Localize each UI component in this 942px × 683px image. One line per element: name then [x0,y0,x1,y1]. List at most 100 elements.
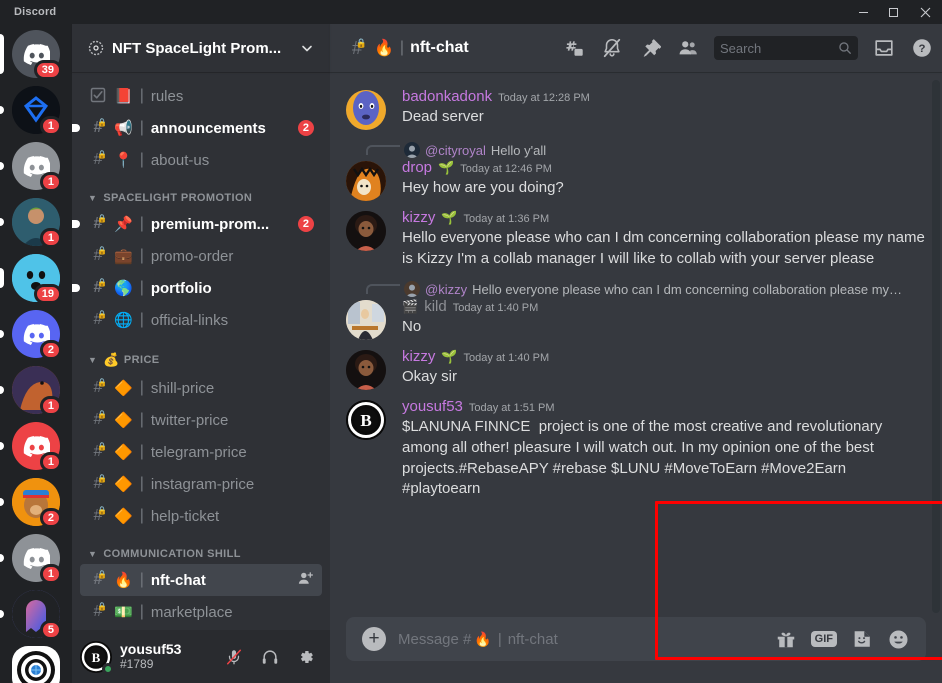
server-rail[interactable]: 39 1 1 1 19 2 1 1 2 1 5 NEW [0,24,72,683]
sidebar-channel-premium-prom[interactable]: # 🔒 📌 | premium-prom... 2 [72,208,322,240]
server-icon-blue-diamond-server[interactable]: 1 [0,86,62,136]
channel-emoji: 🔶 [114,443,133,461]
composer-channel-emoji: 🔥 [474,630,492,647]
sidebar-channel-telegram-price[interactable]: # 🔒 🔶 | telegram-price [80,436,322,468]
maximize-button[interactable] [878,0,908,24]
sidebar-channel-announcements[interactable]: # 🔒 📢 | announcements 2 [72,112,322,144]
channel-emoji: 📢 [114,119,133,137]
hash-locked-icon: # 🔒 [93,378,107,396]
chevron-down-icon[interactable] [300,41,314,55]
message-composer[interactable]: + Message # 🔥 | nft-chat GIF [346,617,926,661]
search-input[interactable]: Search [720,41,834,56]
server-badge-count: 2 [39,340,62,360]
avatar[interactable]: B [80,640,114,675]
reply-reference[interactable]: @cityroyal Hello y'all [366,142,942,158]
sidebar-channel-shill-price[interactable]: # 🔒 🔶 | shill-price [80,372,322,404]
server-icon-ghost-server[interactable]: 5 [0,590,62,640]
add-attachment-icon[interactable]: + [362,627,386,651]
message-author[interactable]: kizzy [402,209,435,227]
server-icon-discord-server-2[interactable]: 1 [0,142,62,192]
message-avatar[interactable] [346,161,386,201]
message-m1[interactable]: badonkadonk Today at 12:28 PM Dead server [330,82,942,132]
message-m3[interactable]: kizzy 🌱 Today at 1:36 PM Hello everyone ple… [330,203,942,271]
message-m4[interactable]: 🎬 kild Today at 1:40 PM No [330,298,942,342]
create-invite-icon[interactable] [297,570,314,590]
server-icon-blue-face-server[interactable]: 19 [0,254,62,304]
server-icon-explore-servers[interactable]: NEW [12,646,60,683]
sidebar-channel-promo-order[interactable]: # 🔒 💼 | promo-order [80,240,322,272]
sticker-icon[interactable] [851,627,873,651]
message-author[interactable]: badonkadonk [402,88,492,106]
channel-label: premium-prom... [150,215,270,233]
reply-author: @kizzy [425,281,468,297]
message-header: kizzy 🌱 Today at 1:36 PM [402,209,926,227]
gif-button[interactable]: GIF [810,630,837,648]
sidebar-channel-nft-chat[interactable]: # 🔒 🔥 | nft-chat [80,564,322,596]
user-meta[interactable]: yousuf53 #1789 [120,641,210,671]
hash-locked-icon: # 🔒 [93,506,107,524]
help-icon[interactable]: ? [910,36,934,60]
channel-divider: | [139,215,144,232]
message-avatar[interactable] [346,350,386,391]
sidebar-channel-help-ticket[interactable]: # 🔒 🔶 | help-ticket [80,500,322,532]
emoji-icon[interactable] [887,627,910,651]
server-icon-discord-server-1[interactable]: 39 [0,30,62,80]
sidebar-channel-about-us[interactable]: # 🔒 📍 | about-us [80,144,322,176]
threads-icon[interactable] [562,36,586,60]
app-body: 39 1 1 1 19 2 1 1 2 1 5 NEW NFT SpaceLight Prom... … [0,24,942,683]
server-header[interactable]: NFT SpaceLight Prom... [72,24,330,72]
server-icon-discord-server-4[interactable]: 1 [0,534,62,584]
server-unread-pill [0,218,4,226]
server-icon-character-server[interactable]: 1 [0,198,62,248]
search-icon [838,41,852,55]
message-m2[interactable]: drop 🌱 Today at 12:46 PM Hey how are you do… [330,159,942,203]
sidebar-channel-twitter-price[interactable]: # 🔒 🔶 | twitter-price [80,404,322,436]
gift-icon[interactable] [775,627,797,651]
channel-label: portfolio [150,279,212,297]
rules-checkbox-icon [88,87,108,105]
pinned-messages-icon[interactable] [638,36,662,60]
sidebar-channel-portfolio[interactable]: # 🔒 🌎 | portfolio [72,272,322,304]
message-input[interactable]: Message # 🔥 | nft-chat [398,631,763,648]
gear-icon[interactable] [290,641,322,673]
message-avatar[interactable] [346,90,386,130]
minimize-button[interactable] [848,0,878,24]
inbox-icon[interactable] [872,36,896,60]
server-unread-pill [0,554,4,562]
message-m6[interactable]: Byousuf53 Today at 1:51 PM $LANUNA FINNCE … [330,392,942,502]
sidebar-channel-rules[interactable]: 📕 | rules [80,80,322,112]
message-author[interactable]: drop [402,159,432,177]
composer-actions: GIF [775,627,910,651]
message-avatar[interactable]: B [346,400,386,441]
channel-list[interactable]: 📕 | rules # 🔒 📢 | announcements 2 # 🔒 📍 | about-us ▼ SP… [72,72,330,630]
message-avatar[interactable] [346,211,386,251]
search-box[interactable]: Search [714,36,858,60]
message-m5[interactable]: kizzy 🌱 Today at 1:40 PM Okay sir [330,342,942,392]
microphone-muted-icon[interactable] [218,641,250,673]
server-unread-pill [0,386,4,394]
server-avatar [12,646,60,683]
channel-category-communication-shill[interactable]: ▼ COMMUNICATION SHILL [72,532,330,564]
server-icon-orange-bird-server[interactable]: 1 [0,366,62,416]
message-text: Hey how are you doing? [402,179,564,196]
channel-category-price[interactable]: ▼ 💰 PRICE [72,336,330,372]
server-icon-ape-server[interactable]: 2 [0,478,62,528]
channel-divider: | [139,379,144,396]
message-author[interactable]: yousuf53 [402,398,463,416]
sidebar-channel-marketplace[interactable]: # 🔒 💵 | marketplace [80,596,322,628]
server-icon-discord-server-red[interactable]: 1 [0,422,62,472]
channel-category-spacelight-promotion[interactable]: ▼ SPACELIGHT PROMOTION [72,176,330,208]
close-button[interactable] [908,0,942,24]
member-list-icon[interactable] [676,36,700,60]
sidebar-channel-official-links[interactable]: # 🔒 🌐 | official-links [80,304,322,336]
headset-icon[interactable] [254,641,286,673]
message-list[interactable]: badonkadonk Today at 12:28 PM Dead server @… [330,72,942,617]
channel-label: help-ticket [150,507,220,525]
notification-muted-icon[interactable] [600,36,624,60]
server-icon-discord-server-3[interactable]: 2 [0,310,62,360]
message-author[interactable]: kild [424,298,447,316]
message-author[interactable]: kizzy [402,348,435,366]
reply-reference[interactable]: @kizzy Hello everyone please who can I dm… [366,281,942,298]
sidebar-channel-instagram-price[interactable]: # 🔒 🔶 | instagram-price [80,468,322,500]
message-avatar[interactable] [346,300,386,341]
